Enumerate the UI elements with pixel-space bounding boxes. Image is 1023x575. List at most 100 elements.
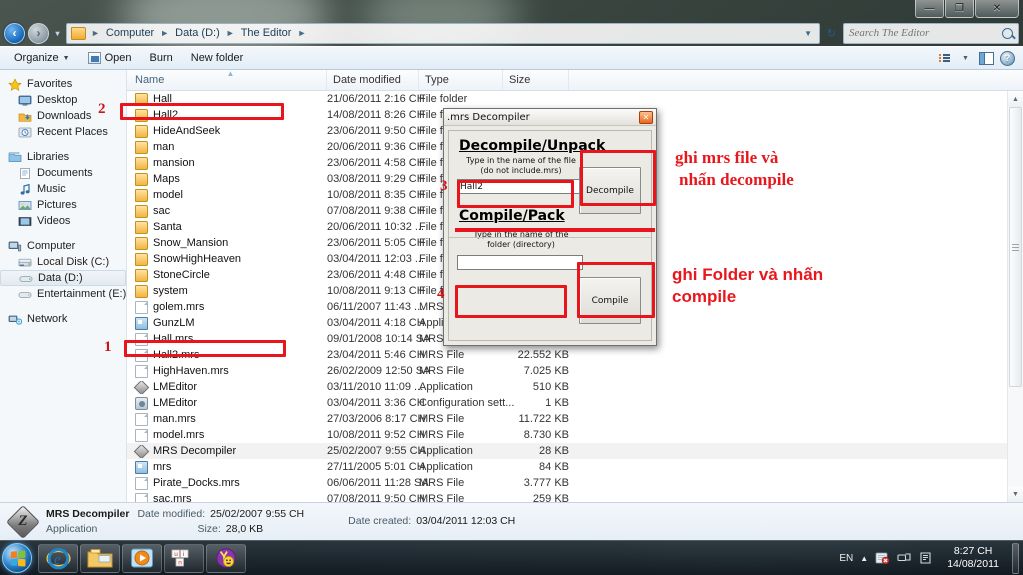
tray-language-indicator[interactable]: EN: [839, 553, 853, 564]
maximize-button[interactable]: ❐: [945, 0, 974, 18]
table-row[interactable]: LMEditor 03/04/2011 3:36 CH Configuration …: [127, 395, 1023, 411]
scroll-down-button[interactable]: ▼: [1008, 486, 1023, 502]
view-options-chevron-icon[interactable]: ▼: [956, 50, 975, 67]
file-name-cell: man: [127, 140, 327, 154]
recent-locations-button[interactable]: ▾: [52, 23, 63, 44]
open-button[interactable]: Open: [80, 49, 140, 67]
taskbar-unikey-button[interactable]: u i n: [164, 543, 204, 573]
breadcrumb-item-data-d[interactable]: Data (D:): [171, 26, 224, 40]
help-button[interactable]: ?: [998, 50, 1017, 67]
table-row[interactable]: Pirate_Docks.mrs 06/06/2011 11:28 SA MRS F…: [127, 475, 1023, 491]
sidebar-item-recent-places[interactable]: Recent Places: [0, 124, 126, 140]
table-row[interactable]: HighHaven.mrs 26/02/2009 12:50 SA MRS File…: [127, 363, 1023, 379]
decompile-hint-line2: (do not include.mrs): [480, 166, 562, 175]
file-name-cell: Snow_Mansion: [127, 236, 327, 250]
sidebar-item-favorites[interactable]: Favorites: [0, 76, 126, 92]
show-desktop-button[interactable]: [1012, 542, 1019, 574]
scrollbar-thumb[interactable]: [1009, 107, 1022, 388]
organize-button[interactable]: Organize ▼: [6, 49, 78, 67]
action-center-icon[interactable]: [919, 551, 934, 565]
highlight-box-compile-button: [577, 262, 655, 318]
table-row[interactable]: mrs 27/11/2005 5:01 CH Application 84 KB: [127, 459, 1023, 475]
file-date-cell: 23/06/2011 5:05 CH: [327, 237, 425, 249]
burn-button[interactable]: Burn: [142, 49, 181, 67]
sidebar-item-pictures[interactable]: Pictures: [0, 197, 126, 213]
search-input[interactable]: [849, 27, 998, 39]
file-name-cell: HideAndSeek: [127, 124, 327, 138]
column-header-name[interactable]: ▲ Name: [127, 70, 327, 90]
taskbar-media-player-button[interactable]: [122, 543, 162, 573]
new-folder-button[interactable]: New folder: [183, 49, 252, 67]
table-row[interactable]: MRS Decompiler 25/02/2007 9:55 CH Applicat…: [127, 443, 1023, 459]
clock[interactable]: 8:27 CH 14/08/2011: [941, 545, 1005, 571]
sidebar-item-local-disk-c[interactable]: Local Disk (C:): [0, 254, 126, 270]
table-row[interactable]: model.mrs 10/08/2011 9:52 CH MRS File 8.730…: [127, 427, 1023, 443]
folder-icon: [135, 172, 148, 186]
highlight-box-hall2-mrs-file: [124, 340, 286, 357]
sidebar-label: Downloads: [37, 110, 92, 122]
file-size-cell: 7.025 KB: [523, 365, 569, 377]
sidebar-item-desktop[interactable]: Desktop: [0, 92, 126, 108]
taskbar-yahoo-messenger-button[interactable]: [206, 543, 246, 573]
file-name-cell: model: [127, 188, 327, 202]
sidebar-item-downloads[interactable]: Downloads: [0, 108, 126, 124]
clock-time: 8:27 CH: [953, 545, 993, 557]
nav-group-computer: Computer Local Disk (C:) Data (D:) Enter…: [0, 238, 126, 302]
file-name-label: mrs: [153, 461, 172, 473]
search-box[interactable]: [843, 22, 1019, 44]
refresh-button[interactable]: ↻: [823, 23, 840, 44]
table-row[interactable]: LMEditor 03/11/2010 11:09 ... Application 5…: [127, 379, 1023, 395]
table-row[interactable]: sac.mrs 07/08/2011 9:50 CH MRS File 259 KB: [127, 491, 1023, 502]
file-name-cell: StoneCircle: [127, 268, 327, 282]
breadcrumb-item-computer[interactable]: Computer: [102, 26, 158, 40]
status-date-created-value: 03/04/2011 12:03 CH: [416, 515, 516, 527]
scrollbar-track[interactable]: [1008, 107, 1023, 486]
annotation-number-2: 2: [98, 101, 106, 117]
antivirus-icon[interactable]: [875, 551, 890, 565]
file-size-cell: 510 KB: [532, 381, 569, 393]
network-icon[interactable]: [897, 551, 912, 565]
media-player-icon: [131, 548, 153, 568]
taskbar: e u i n EN ▲ 8:27 CH 14/08/2011: [0, 540, 1023, 575]
scroll-up-button[interactable]: ▲: [1008, 91, 1023, 107]
vertical-scrollbar[interactable]: ▲ ▼: [1007, 91, 1023, 502]
minimize-button[interactable]: —: [915, 0, 944, 18]
annotation-number-3: 3: [440, 178, 448, 194]
search-icon: [1002, 27, 1013, 39]
change-view-button[interactable]: [935, 50, 954, 67]
close-button[interactable]: ✕: [975, 0, 1019, 18]
column-header-date-modified[interactable]: Date modified: [327, 70, 419, 90]
sidebar-item-entertainment-e[interactable]: Entertainment (E:): [0, 286, 126, 302]
table-row[interactable]: man.mrs 27/03/2006 8:17 CH MRS File 11.722 …: [127, 411, 1023, 427]
file-name-cell: model.mrs: [127, 428, 327, 442]
show-hidden-icons-button[interactable]: ▲: [860, 554, 868, 563]
folder-icon: [135, 204, 148, 218]
highlight-box-decompile-input: [457, 180, 574, 208]
file-date-cell: 27/11/2005 5:01 CH: [327, 461, 425, 473]
breadcrumb-item-the-editor[interactable]: The Editor: [237, 26, 296, 40]
document-icon: [135, 476, 148, 490]
file-name-label: man.mrs: [153, 413, 196, 425]
sidebar-item-network[interactable]: Network: [0, 311, 126, 327]
taskbar-windows-explorer-button[interactable]: [80, 543, 120, 573]
taskbar-internet-explorer-button[interactable]: e: [38, 543, 78, 573]
start-orb[interactable]: [2, 543, 32, 573]
column-header-size[interactable]: Size: [503, 70, 569, 90]
dialog-close-button[interactable]: ✕: [639, 110, 653, 124]
preview-pane-button[interactable]: [977, 50, 996, 67]
sidebar-item-documents[interactable]: Documents: [0, 165, 126, 181]
sidebar-item-music[interactable]: Music: [0, 181, 126, 197]
chevron-down-icon[interactable]: ▼: [804, 29, 815, 38]
file-date-cell: 03/11/2010 11:09 ...: [327, 381, 424, 393]
forward-button[interactable]: ›: [28, 22, 49, 44]
column-header-type[interactable]: Type: [419, 70, 503, 90]
folder-icon: [135, 284, 148, 298]
sidebar-item-libraries[interactable]: Libraries: [0, 149, 126, 165]
sidebar-item-videos[interactable]: Videos: [0, 213, 126, 229]
sidebar-item-computer[interactable]: Computer: [0, 238, 126, 254]
back-button[interactable]: ‹: [4, 22, 25, 44]
sidebar-item-data-d[interactable]: Data (D:): [0, 270, 126, 286]
breadcrumb[interactable]: ► Computer ► Data (D:) ► The Editor ► ▼: [66, 22, 820, 44]
document-icon: [135, 364, 148, 378]
compile-folder-input[interactable]: [457, 255, 583, 270]
